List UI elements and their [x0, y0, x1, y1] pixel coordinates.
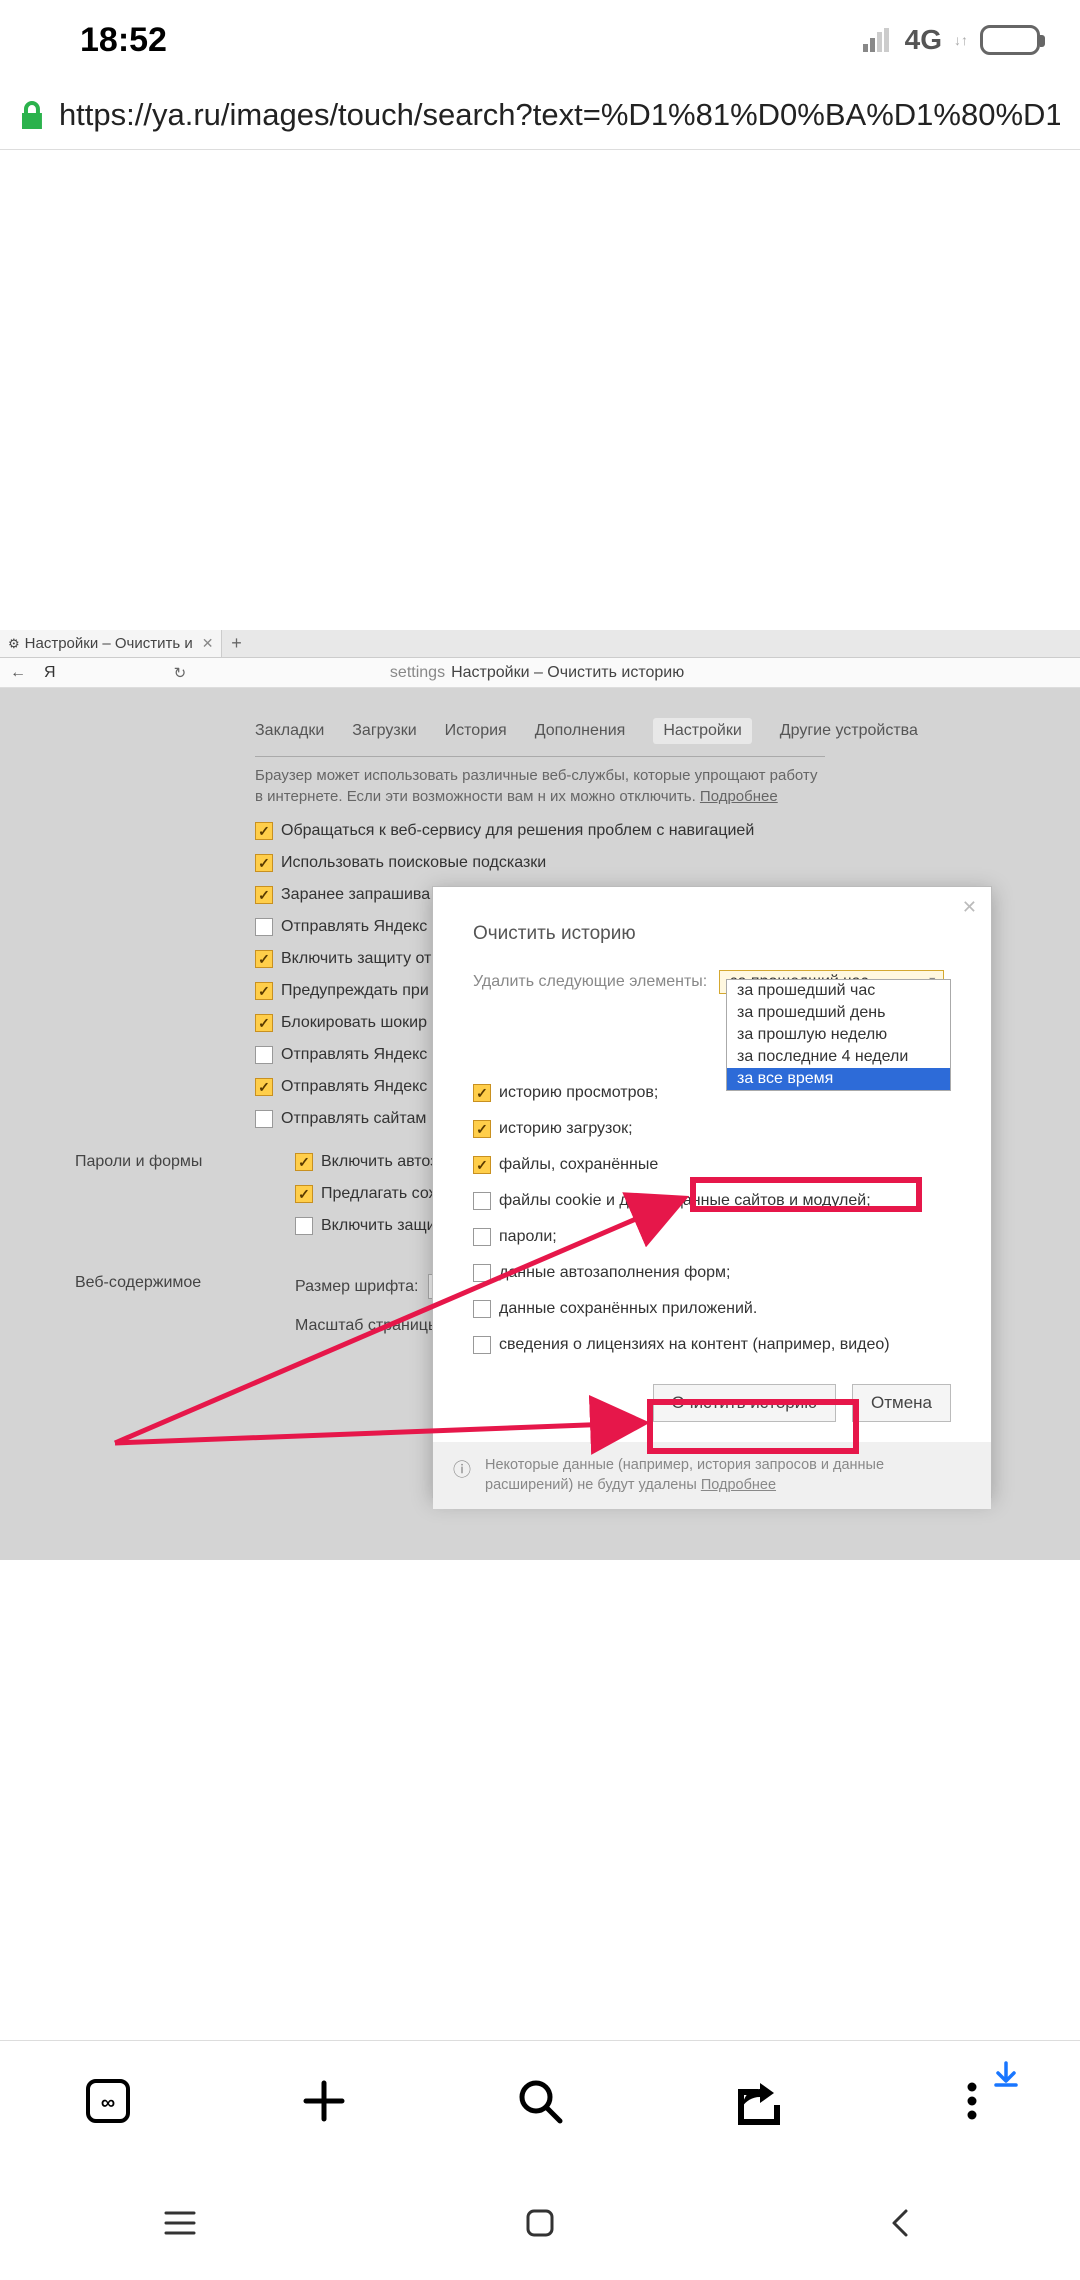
section-label: Пароли и формы — [75, 1153, 235, 1171]
footer-more-link[interactable]: Подробнее — [701, 1477, 776, 1493]
battery-icon — [980, 25, 1040, 55]
tab-addons[interactable]: Дополнения — [535, 718, 626, 744]
more-link[interactable]: Подробнее — [700, 788, 778, 805]
checkbox-icon[interactable] — [255, 886, 273, 904]
checkbox-icon[interactable] — [473, 1120, 491, 1138]
checkbox-icon[interactable] — [255, 822, 273, 840]
checkbox-icon[interactable] — [255, 1014, 273, 1032]
option-row[interactable]: историю загрузок; — [473, 1120, 951, 1138]
inner-tab-strip: ⚙ Настройки – Очистить и ✕ + — [0, 630, 1080, 658]
checkbox-icon[interactable] — [295, 1185, 313, 1203]
status-bar: 18:52 4G ↓↑ — [0, 0, 1080, 80]
reload-icon[interactable]: ↻ — [174, 664, 187, 682]
yandex-logo-icon[interactable]: Я — [44, 664, 56, 682]
checkbox-icon[interactable] — [473, 1192, 491, 1210]
checkbox-icon[interactable] — [473, 1336, 491, 1354]
dropdown-option[interactable]: за прошлую неделю — [727, 1024, 950, 1046]
new-tab-button[interactable]: + — [222, 633, 250, 654]
back-button[interactable] — [882, 2205, 918, 2246]
checkbox-icon[interactable] — [473, 1228, 491, 1246]
inner-page-title: settingsНастройки – Очистить историю — [204, 664, 1070, 682]
checkbox-icon[interactable] — [255, 918, 273, 936]
checkbox-icon[interactable] — [255, 982, 273, 1000]
dialog-title: Очистить историю — [433, 887, 991, 945]
option-row[interactable]: данные автозаполнения форм; — [473, 1264, 951, 1282]
home-button[interactable] — [522, 2205, 558, 2246]
option-row[interactable]: сведения о лицензиях на контент (наприме… — [473, 1336, 951, 1354]
tab-downloads[interactable]: Загрузки — [352, 718, 416, 744]
checkbox-icon[interactable] — [473, 1300, 491, 1318]
inner-toolbar: ← Я ↻ settingsНастройки – Очистить истор… — [0, 658, 1080, 688]
lock-icon — [20, 101, 44, 129]
tabs-button[interactable]: ∞ — [78, 2071, 138, 2131]
section-label: Веб-содержимое — [75, 1274, 235, 1292]
tab-settings[interactable]: Настройки — [653, 718, 751, 744]
url-text: https://ya.ru/images/touch/search?text=%… — [59, 97, 1060, 133]
dropdown-option[interactable]: за прошедший час — [727, 980, 950, 1002]
checkbox-icon[interactable] — [255, 854, 273, 872]
tab-devices[interactable]: Другие устройства — [780, 718, 918, 744]
checkbox-icon[interactable] — [473, 1156, 491, 1174]
checkbox-icon[interactable] — [255, 1046, 273, 1064]
checkbox-icon[interactable] — [295, 1153, 313, 1171]
time-range-dropdown: за прошедший час за прошедший день за пр… — [726, 979, 951, 1091]
network-arrows-icon: ↓↑ — [954, 32, 968, 48]
search-button[interactable] — [510, 2071, 570, 2131]
option-row[interactable]: пароли; — [473, 1228, 951, 1246]
signal-icon — [863, 28, 893, 52]
network-label: 4G — [905, 24, 942, 56]
download-indicator-icon — [992, 2061, 1020, 2094]
checkbox-icon[interactable] — [473, 1084, 491, 1102]
system-nav — [0, 2170, 1080, 2280]
status-right: 4G ↓↑ — [863, 24, 1040, 56]
settings-description: Браузер может использовать различные веб… — [0, 757, 1080, 807]
embedded-screenshot: ⚙ Настройки – Очистить и ✕ + ← Я ↻ setti… — [0, 630, 1080, 1570]
dropdown-option-selected[interactable]: за все время — [727, 1068, 950, 1090]
checkbox-icon[interactable] — [295, 1217, 313, 1235]
menu-button[interactable] — [942, 2071, 1002, 2131]
option-row[interactable]: данные сохранённых приложений. — [473, 1300, 951, 1318]
dialog-options: историю просмотров; историю загрузок; фа… — [473, 1084, 951, 1354]
back-icon[interactable]: ← — [10, 664, 26, 682]
annotation-highlight-box — [647, 1399, 859, 1454]
new-tab-button[interactable] — [294, 2071, 354, 2131]
annotation-highlight-box — [690, 1177, 922, 1212]
cancel-button[interactable]: Отмена — [852, 1384, 951, 1422]
tab-history[interactable]: История — [445, 718, 507, 744]
option-row[interactable]: Обращаться к веб-сервису для решения про… — [255, 822, 1080, 840]
settings-page: Закладки Загрузки История Дополнения Нас… — [0, 688, 1080, 1560]
share-button[interactable] — [726, 2071, 786, 2131]
url-bar[interactable]: https://ya.ru/images/touch/search?text=%… — [0, 80, 1080, 150]
status-time: 18:52 — [80, 21, 167, 60]
inner-tab-title: Настройки – Очистить и — [25, 635, 193, 652]
close-tab-icon[interactable]: ✕ — [202, 635, 214, 652]
dialog-close-icon[interactable]: ✕ — [962, 897, 977, 918]
inner-tab[interactable]: ⚙ Настройки – Очистить и ✕ — [0, 630, 222, 657]
option-row[interactable]: Использовать поисковые подсказки — [255, 854, 1080, 872]
option-row[interactable]: файлы, сохранённые — [473, 1156, 951, 1174]
tab-bookmarks[interactable]: Закладки — [255, 718, 324, 744]
recents-button[interactable] — [162, 2205, 198, 2246]
dropdown-option[interactable]: за прошедший день — [727, 1002, 950, 1024]
dropdown-option[interactable]: за последние 4 недели — [727, 1046, 950, 1068]
settings-tabs: Закладки Загрузки История Дополнения Нас… — [0, 718, 1080, 744]
checkbox-icon[interactable] — [255, 1078, 273, 1096]
browser-bottom-nav: ∞ — [0, 2040, 1080, 2160]
gear-icon: ⚙ — [8, 636, 20, 652]
content-area: ⚙ Настройки – Очистить и ✕ + ← Я ↻ setti… — [0, 150, 1080, 2070]
info-icon: ⓘ — [453, 1456, 471, 1495]
checkbox-icon[interactable] — [473, 1264, 491, 1282]
svg-text:∞: ∞ — [101, 2092, 115, 2114]
checkbox-icon[interactable] — [255, 950, 273, 968]
checkbox-icon[interactable] — [255, 1110, 273, 1128]
